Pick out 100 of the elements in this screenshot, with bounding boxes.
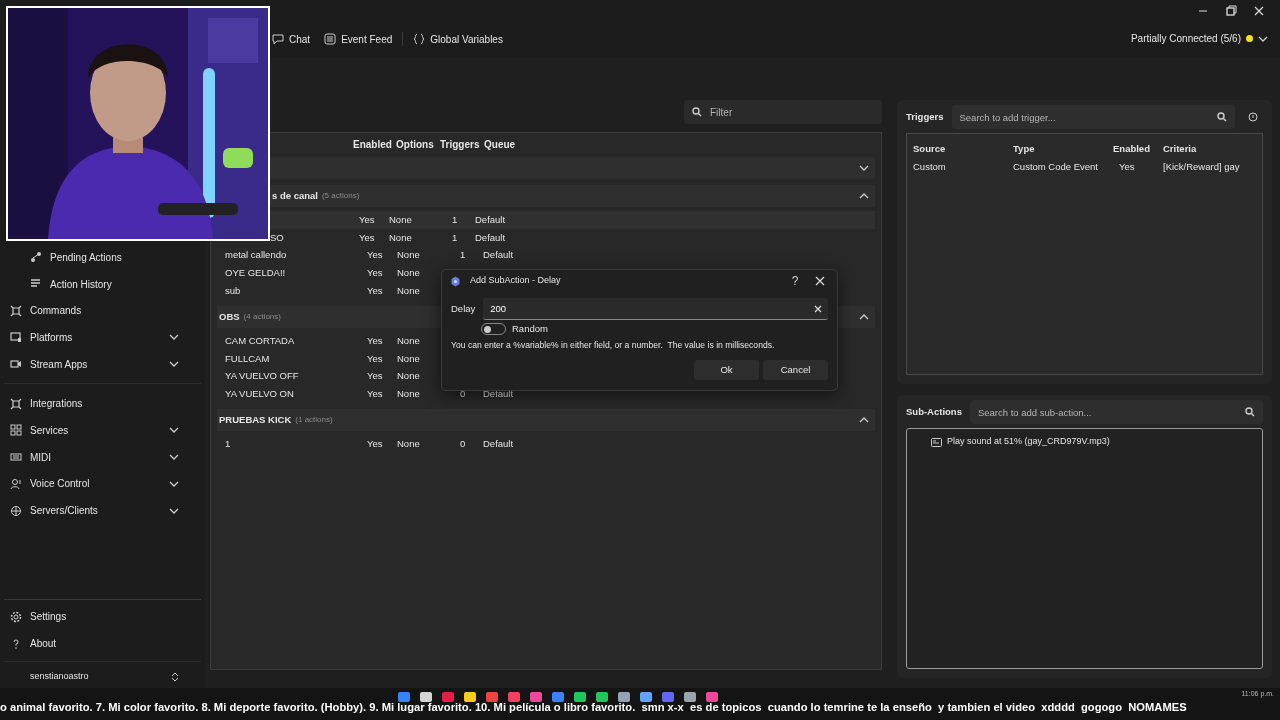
table-cell-text: Default [474,230,507,245]
panel-title: Triggers [906,109,944,124]
sidebar-item[interactable]: Action History [0,270,205,298]
sidebar-item[interactable]: About [0,630,205,657]
person-voice-icon [10,477,22,490]
close-icon [1253,5,1265,17]
connection-status[interactable]: Partially Connected (5/6) [1130,31,1268,46]
table-cell-text: Yes [366,387,384,402]
settings-icon [10,610,22,623]
search-icon [1217,112,1227,122]
action-row[interactable]: Yes None 1 Default [270,211,875,229]
account-selector[interactable]: senstianoastro [0,666,205,688]
group-name: OBS [219,309,240,324]
sidebar-item[interactable]: Servers/Clients [0,497,205,524]
table-cell-text: None [396,248,421,263]
column-header: Type [1013,141,1036,156]
command-icon [10,397,22,410]
taskbar-app-icon[interactable] [684,692,696,702]
clear-button[interactable] [814,305,822,313]
delay-field[interactable]: 200 [483,298,828,320]
monitor-icon [10,331,22,344]
feed-icon [324,33,337,45]
table-cell-text: 0 [459,436,467,451]
sub-action-item[interactable]: Play sound at 51% (gay_CRD979V.mp3) [913,435,1256,449]
help-button[interactable]: ? [784,272,806,290]
sidebar-item[interactable]: Pending Actions [0,244,205,271]
taskbar-app-icon[interactable] [486,692,498,702]
braces-icon [413,33,426,45]
sidebar-item[interactable]: Settings [0,603,205,631]
action-name: 1 [225,436,232,451]
action-name: CAM CORTADA [225,333,296,348]
taskbar-app-icon[interactable] [618,692,630,702]
info-icon [1248,112,1258,122]
taskbar-app-icon[interactable] [706,692,718,702]
taskbar-app-icon[interactable] [442,692,454,702]
taskbar-app-icon[interactable] [662,692,674,702]
sidebar-item[interactable]: Voice Control [0,470,205,498]
up-down-icon [171,672,179,682]
column-header: Criteria [1163,141,1198,156]
action-count: (5 actions) [321,190,360,202]
tab[interactable]: Chat [268,31,315,47]
taskbar-app-icon[interactable] [640,692,652,702]
clear-icon [814,305,822,313]
table-cell-text: Yes [358,212,376,227]
table-cell-text: None [396,283,421,298]
table-cell-text: Yes [366,248,384,263]
sidebar-item[interactable]: Commands [0,297,205,325]
ok-button[interactable]: Ok [694,359,759,380]
search-field[interactable]: Search to add trigger... [951,105,1235,129]
sidebar-item[interactable]: MIDI [0,443,205,471]
table-cell-text: Custom Code Event [1013,159,1099,174]
panel-title: Sub-Actions [906,404,962,419]
sidebar-item[interactable]: Stream Apps [0,350,205,378]
table-cell-text: Yes [366,369,384,384]
table-cell-text: Yes [366,266,384,281]
sidebar-item[interactable]: Services [0,417,205,444]
app-logo-icon [451,275,460,287]
chevron-down-icon [1258,35,1268,42]
tab[interactable]: Global Variables [409,31,507,47]
group-header[interactable]: s de canal (5 actions) [270,185,875,207]
column-header: Options [396,137,435,152]
taskbar-app-icon[interactable] [530,692,542,702]
column-header: Queue [484,137,517,152]
table-cell-text: None [396,333,421,348]
taskbar-app-icon[interactable] [464,692,476,702]
action-name: SO [270,230,285,245]
chat-icon [272,33,284,45]
table-cell-text: None [388,230,413,245]
table-cell-text: 0 [459,387,467,402]
action-name: YA VUELVO ON [225,387,295,402]
group-header[interactable]: PRUEBAS KICK (1 actions) [217,409,875,432]
table-cell-text: 1 [459,248,467,263]
table-cell-text: None [396,351,421,366]
network-icon [10,504,22,517]
sidebar-item[interactable]: Platforms [0,324,205,351]
taskbar-app-icon[interactable] [596,692,608,702]
question-icon [10,637,22,650]
search-field[interactable]: Search to add sub-action... [969,400,1263,424]
sidebar-item[interactable]: Integrations [0,390,205,418]
filter-field[interactable]: Filter [684,100,882,124]
taskbar-app-icon[interactable] [574,692,586,702]
tab[interactable]: Event Feed [320,31,397,47]
action-count: (4 actions) [243,311,281,323]
table-cell-text: None [396,436,421,451]
taskbar-app-icon[interactable] [398,692,410,702]
taskbar-app-icon[interactable] [420,692,432,702]
table-cell-text: 1 [451,212,459,227]
cancel-button[interactable]: Cancel [763,359,828,380]
restore-icon [1225,5,1237,17]
taskbar-app-icon[interactable] [552,692,564,702]
table-cell-text: Default [482,248,515,263]
column-header: Enabled [1113,141,1151,156]
column-header: Enabled [353,137,393,152]
taskbar-app-icon[interactable] [508,692,520,702]
close-icon [815,276,825,286]
camera-icon [10,358,22,371]
table-cell-text: Default [482,387,515,402]
dialog-title: Add SubAction - Delay [470,274,562,288]
action-name: OYE GELDA!! [225,266,287,281]
action-name: sub [225,283,242,298]
